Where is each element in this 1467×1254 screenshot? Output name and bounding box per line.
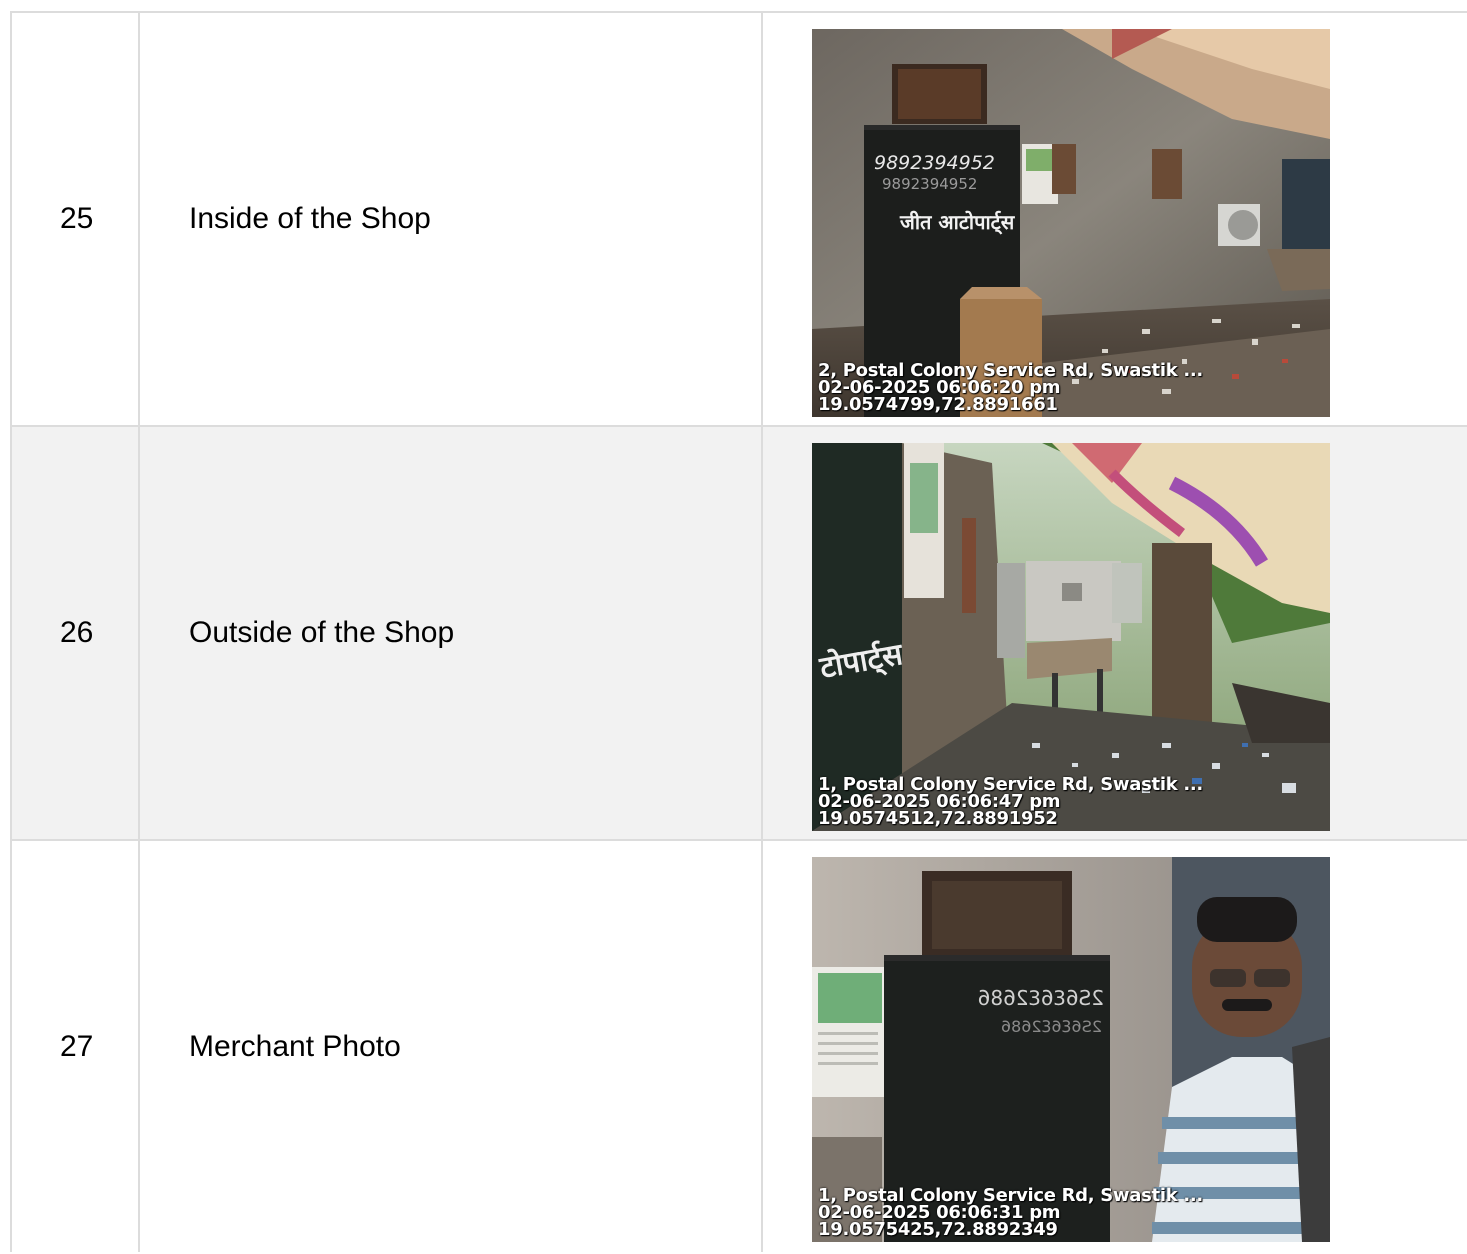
row-label: Inside of the Shop [140, 13, 763, 425]
shop-outside-image: टोपार्ट्स [812, 443, 1330, 831]
merchant-photo: 2S6ℇ6ℇ2686 2S6ℇ6ℇ2686 1, Postal Colony S… [812, 857, 1330, 1242]
board-number-1: 9892394952 [874, 152, 995, 174]
stamp-coords: 19.0574799,72.8891661 [818, 394, 1058, 415]
row-number: 26 [10, 427, 140, 839]
shop-inside-image: 9892394952 9892394952 जीत आटोपार्ट्स [812, 29, 1330, 417]
photo-cell: 9892394952 9892394952 जीत आटोपार्ट्स 2, … [763, 13, 1467, 425]
photo-cell: टोपार्ट्स 1, Postal Colony Service Rd, S… [763, 427, 1467, 839]
row-label: Merchant Photo [140, 841, 763, 1252]
board-number-2: 9892394952 [882, 175, 977, 193]
stamp-coords: 19.0575425,72.8892349 [818, 1219, 1058, 1240]
photo-stamp: 2, Postal Colony Service Rd, Swastik ...… [818, 362, 1203, 415]
board-mirrored-number: 2S6ℇ6ℇ2686 [978, 986, 1104, 1010]
shop-inside-photo: 9892394952 9892394952 जीत आटोपार्ट्स 2, … [812, 29, 1330, 417]
table-row: 27 Merchant Photo 2S6ℇ6ℇ2686 2S6ℇ6ℇ2686 … [10, 841, 1467, 1252]
row-number: 25 [10, 13, 140, 425]
row-label: Outside of the Shop [140, 427, 763, 839]
board-mirrored-number-2: 2S6ℇ6ℇ2686 [1001, 1017, 1102, 1036]
row-number: 27 [10, 841, 140, 1252]
photo-stamp: 1, Postal Colony Service Rd, Swastik ...… [818, 776, 1203, 829]
stamp-coords: 19.0574512,72.8891952 [818, 808, 1058, 829]
report-table: 25 Inside of the Shop 9892394952 9892394… [10, 11, 1467, 1252]
photo-stamp: 1, Postal Colony Service Rd, Swastik ...… [818, 1187, 1203, 1240]
shop-outside-photo: टोपार्ट्स 1, Postal Colony Service Rd, S… [812, 443, 1330, 831]
board-sign: जीत आटोपार्ट्स [899, 210, 1016, 235]
table-row: 25 Inside of the Shop 9892394952 9892394… [10, 13, 1467, 427]
table-row: 26 Outside of the Shop टोपार्ट्स 1, Post… [10, 427, 1467, 841]
photo-cell: 2S6ℇ6ℇ2686 2S6ℇ6ℇ2686 1, Postal Colony S… [763, 841, 1467, 1252]
